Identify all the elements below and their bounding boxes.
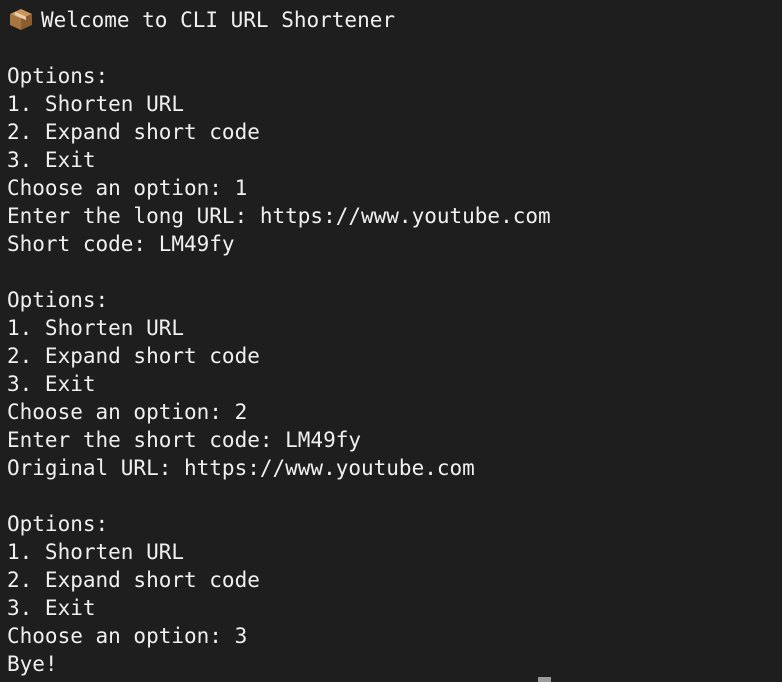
choose-option-prompt: Choose an option: 1 [7,176,248,200]
option-expand-short-code: 2. Expand short code [7,344,260,368]
terminal-cursor [538,677,551,682]
options-header: Options: [7,512,109,536]
choose-option-prompt: Choose an option: 3 [7,624,248,648]
option-shorten-url: 1. Shorten URL [7,540,185,564]
short-code-result: Short code: LM49fy [7,232,235,256]
option-exit: 3. Exit [7,596,96,620]
terminal-window[interactable]: Welcome to CLI URL Shortener Options: 1.… [0,0,782,682]
short-code-prompt: Enter the short code: LM49fy [7,428,362,452]
bye-message: Bye! [7,652,58,676]
terminal-output: Welcome to CLI URL Shortener Options: 1.… [0,6,782,678]
option-exit: 3. Exit [7,372,96,396]
welcome-line: Welcome to CLI URL Shortener [0,6,782,34]
options-header: Options: [7,64,109,88]
package-icon [7,7,35,31]
options-header: Options: [7,288,109,312]
option-expand-short-code: 2. Expand short code [7,568,260,592]
option-expand-short-code: 2. Expand short code [7,120,260,144]
option-exit: 3. Exit [7,148,96,172]
original-url-result: Original URL: https://www.youtube.com [7,456,475,480]
option-shorten-url: 1. Shorten URL [7,92,185,116]
option-shorten-url: 1. Shorten URL [7,316,185,340]
long-url-prompt: Enter the long URL: https://www.youtube.… [7,204,551,228]
choose-option-prompt: Choose an option: 2 [7,400,248,424]
welcome-text: Welcome to CLI URL Shortener [41,8,396,32]
